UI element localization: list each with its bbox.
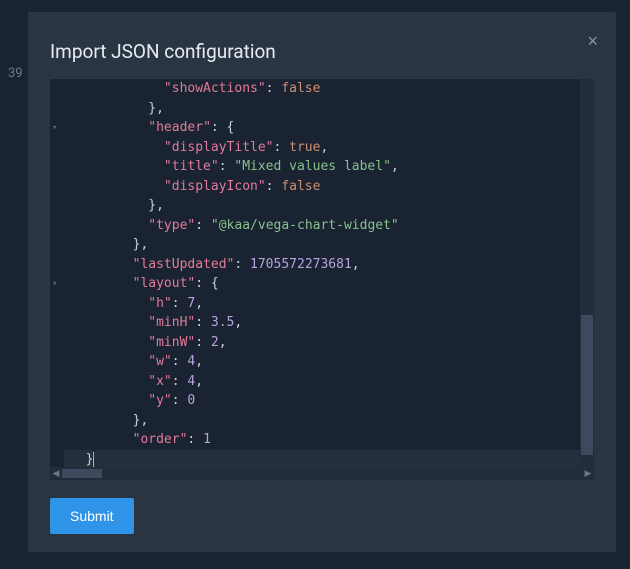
hscroll-track[interactable] — [62, 467, 582, 480]
fold-toggle[interactable]: ▾ — [52, 123, 57, 133]
code-line[interactable]: "title": "Mixed values label", — [64, 157, 580, 177]
code-line[interactable]: "minW": 2, — [64, 333, 580, 353]
close-button[interactable]: × — [587, 32, 598, 50]
code-line[interactable]: "h": 7, — [64, 294, 580, 314]
code-line[interactable]: "order": 1 — [64, 430, 580, 450]
import-json-modal: Import JSON configuration × ▾▾ "showActi… — [28, 12, 616, 552]
json-editor[interactable]: ▾▾ "showActions": false }, "header": { "… — [50, 79, 594, 480]
modal-title: Import JSON configuration — [50, 40, 276, 63]
code-line[interactable]: }, — [64, 235, 580, 255]
code-line[interactable]: }, — [64, 99, 580, 119]
modal-header: Import JSON configuration × — [50, 40, 594, 63]
code-line[interactable]: "w": 4, — [64, 352, 580, 372]
backdrop-text: 39 — [8, 66, 23, 81]
code-line[interactable]: "displayIcon": false — [64, 177, 580, 197]
code-line[interactable]: "y": 0 — [64, 391, 580, 411]
code-line[interactable]: "layout": { — [64, 274, 580, 294]
code-line[interactable]: }, — [64, 411, 580, 431]
hscroll-left-arrow[interactable]: ◀ — [50, 467, 62, 480]
hscroll-thumb[interactable] — [62, 469, 102, 478]
fold-toggle[interactable]: ▾ — [52, 279, 57, 289]
code-line[interactable]: "x": 4, — [64, 372, 580, 392]
vertical-scrollbar-thumb[interactable] — [581, 315, 593, 455]
vertical-scrollbar[interactable] — [580, 79, 594, 467]
editor-gutter: ▾▾ — [50, 79, 64, 467]
code-line[interactable]: "minH": 3.5, — [64, 313, 580, 333]
code-line[interactable]: "lastUpdated": 1705572273681, — [64, 255, 580, 275]
code-line[interactable]: "header": { — [64, 118, 580, 138]
close-icon: × — [587, 31, 598, 51]
code-line[interactable]: "type": "@kaa/vega-chart-widget" — [64, 216, 580, 236]
code-area[interactable]: "showActions": false }, "header": { "dis… — [64, 79, 580, 467]
code-line[interactable]: }, — [64, 196, 580, 216]
hscroll-right-arrow[interactable]: ▶ — [582, 467, 594, 480]
submit-button[interactable]: Submit — [50, 498, 134, 534]
code-line[interactable]: "showActions": false — [64, 79, 580, 99]
code-line[interactable]: } — [64, 450, 580, 468]
horizontal-scrollbar[interactable]: ◀ ▶ — [50, 467, 594, 480]
code-line[interactable]: "displayTitle": true, — [64, 138, 580, 158]
